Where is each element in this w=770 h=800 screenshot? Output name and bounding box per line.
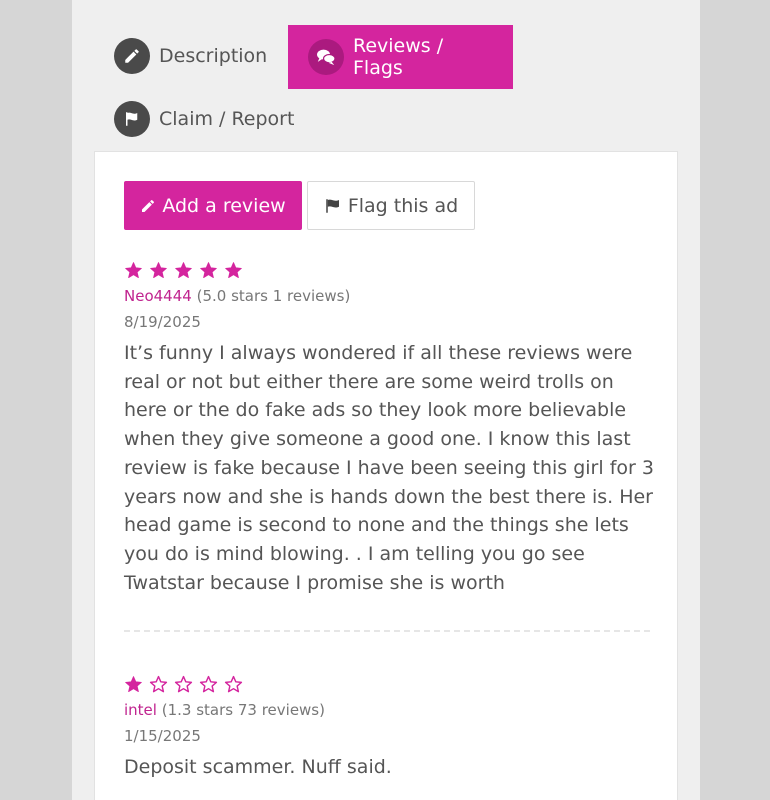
star-filled-icon (125, 676, 142, 693)
star-empty-icon (224, 675, 243, 693)
flag-icon (114, 101, 150, 137)
star-empty-icon (149, 675, 168, 693)
star-rating (124, 261, 654, 281)
pencil-icon (142, 199, 155, 212)
review-item: Neo4444 (5.0 stars 1 reviews) 8/19/2025 … (124, 261, 654, 597)
flag-ad-label: Flag this ad (347, 194, 459, 217)
star-filled-icon (225, 262, 242, 279)
review-meta: intel (1.3 stars 73 reviews) (124, 701, 654, 719)
flag-icon (326, 198, 339, 213)
listing-page: Description Reviews / Flags Claim / Repo… (72, 0, 700, 800)
add-review-label: Add a review (162, 194, 286, 217)
reviews-panel: Add a review Flag this ad Neo4444 (5.0 s… (94, 151, 678, 800)
tab-description[interactable]: Description (114, 38, 267, 74)
tab-reviews-flags-label: Reviews / Flags (353, 35, 444, 79)
star-empty-icon (174, 675, 193, 693)
review-author-stats: (1.3 stars 73 reviews) (161, 701, 325, 719)
star-filled-icon (175, 262, 192, 279)
flag-ad-button[interactable]: Flag this ad (307, 181, 475, 230)
tab-reviews-flags[interactable]: Reviews / Flags (288, 25, 513, 89)
star-empty-icon (199, 675, 218, 693)
review-author[interactable]: intel (124, 701, 157, 719)
tab-claim-report[interactable]: Claim / Report (114, 101, 294, 137)
review-date: 1/15/2025 (124, 727, 201, 745)
speech-bubbles-icon (308, 39, 344, 75)
review-text: Deposit scammer. Nuff said. (124, 756, 392, 778)
tab-description-label: Description (159, 45, 268, 67)
review-divider (124, 630, 650, 632)
tab-claim-report-label: Claim / Report (159, 108, 295, 130)
star-filled-icon (125, 262, 142, 279)
review-meta: Neo4444 (5.0 stars 1 reviews) (124, 287, 654, 305)
review-author-stats: (5.0 stars 1 reviews) (196, 287, 351, 305)
add-review-button[interactable]: Add a review (124, 181, 302, 230)
review-date: 8/19/2025 (124, 313, 201, 331)
pencil-icon (114, 38, 150, 74)
star-filled-icon (200, 262, 217, 279)
review-author[interactable]: Neo4444 (124, 287, 192, 305)
review-item: intel (1.3 stars 73 reviews) 1/15/2025 D… (124, 675, 654, 782)
star-rating (124, 675, 654, 695)
review-text: It’s funny I always wondered if all thes… (124, 342, 654, 594)
star-filled-icon (150, 262, 167, 279)
